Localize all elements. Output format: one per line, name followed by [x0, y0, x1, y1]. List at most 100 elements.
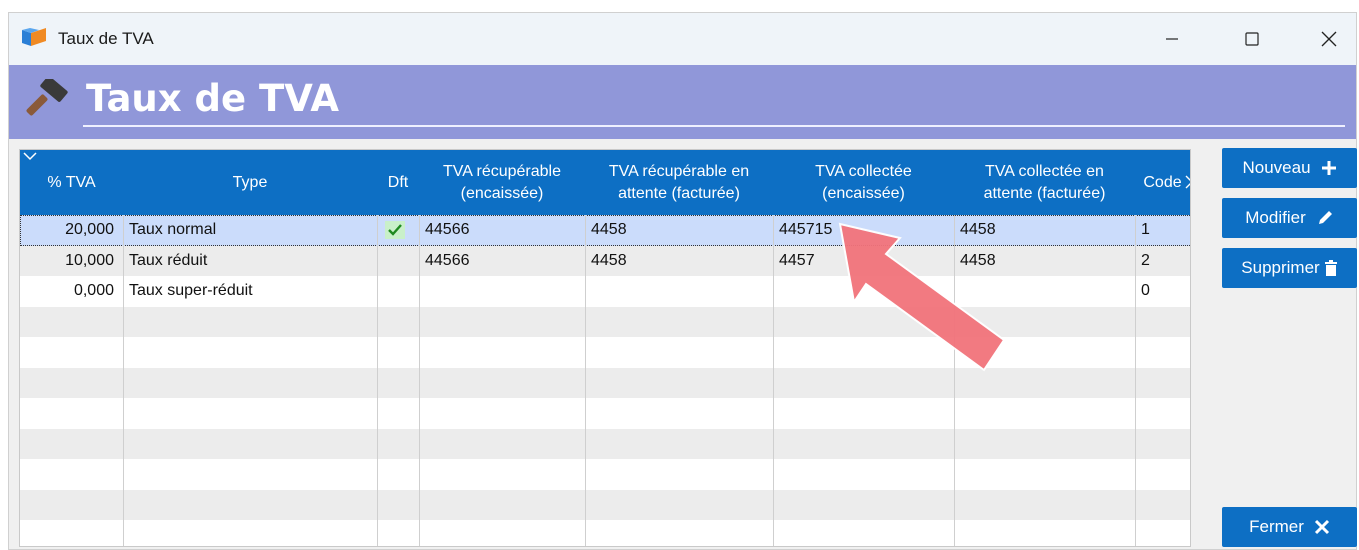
column-header-recov-pending[interactable]: TVA récupérable en attente (facturée)	[585, 150, 773, 215]
cell-recov-pending: 4458	[591, 251, 627, 269]
minimize-button[interactable]	[1149, 21, 1195, 57]
close-button[interactable]: Fermer	[1222, 507, 1357, 547]
cell-default	[377, 246, 419, 277]
cell-recov-cash	[419, 276, 585, 307]
cell-type: Taux super-réduit	[129, 282, 253, 300]
cell-rate	[20, 307, 123, 338]
cell-coll-cash	[773, 459, 954, 490]
cell-recov-cash	[419, 398, 585, 429]
new-button-label: Nouveau	[1242, 158, 1311, 177]
cell-default	[377, 459, 419, 490]
cell-coll-pending	[954, 490, 1135, 521]
cell-code: 0	[1141, 282, 1150, 300]
app-logo-icon	[22, 28, 46, 46]
grid-header: % TVA Type Dft TVA récupérable (encaissé…	[20, 150, 1191, 215]
cell-coll-pending	[954, 520, 1135, 546]
cell-type	[123, 429, 377, 460]
edit-button-label: Modifier	[1245, 208, 1306, 227]
cell-default	[377, 368, 419, 399]
annotation-arrow-icon	[838, 222, 1006, 372]
empty-row[interactable]	[20, 398, 1190, 429]
cell-coll-pending	[954, 398, 1135, 429]
cell-coll-cash	[773, 398, 954, 429]
new-button[interactable]: Nouveau	[1222, 148, 1357, 188]
empty-row[interactable]	[20, 459, 1190, 490]
column-header-recov-cash[interactable]: TVA récupérable (encaissée)	[419, 150, 585, 215]
cell-coll-pending	[954, 459, 1135, 490]
close-window-button[interactable]	[1306, 21, 1352, 57]
cell-recov-pending	[585, 490, 773, 521]
column-divider	[419, 215, 420, 546]
delete-button-label: Supprimer	[1241, 258, 1320, 277]
cell-recov-pending	[585, 398, 773, 429]
page-title: Taux de TVA	[86, 77, 339, 120]
empty-row[interactable]	[20, 428, 1190, 460]
cell-recov-cash	[419, 459, 585, 490]
cell-recov-pending	[585, 368, 773, 399]
cell-rate	[20, 490, 123, 521]
checkmark-icon[interactable]	[385, 221, 405, 240]
window-title: Taux de TVA	[58, 29, 154, 48]
pencil-icon	[1318, 211, 1332, 224]
cell-type	[123, 368, 377, 399]
cell-recov-pending: 4458	[591, 221, 627, 239]
cell-recov-pending	[585, 429, 773, 460]
close-icon	[1321, 31, 1337, 47]
plus-icon	[1321, 161, 1336, 175]
page-header: Taux de TVA	[9, 65, 1356, 139]
cell-recov-cash	[419, 490, 585, 521]
edit-button[interactable]: Modifier	[1222, 198, 1357, 238]
column-header-type[interactable]: Type	[123, 150, 377, 215]
cell-recov-cash	[419, 429, 585, 460]
column-divider	[377, 215, 378, 546]
cell-recov-cash	[419, 520, 585, 546]
cell-default	[377, 276, 419, 307]
cell-code	[1135, 398, 1190, 429]
cell-recov-cash: 44566	[425, 251, 470, 269]
column-header-coll-pending[interactable]: TVA collectée en attente (facturée)	[954, 150, 1135, 215]
cell-coll-cash	[773, 429, 954, 460]
maximize-icon	[1245, 32, 1259, 46]
cell-rate	[20, 429, 123, 460]
cell-default	[377, 398, 419, 429]
minimize-icon	[1166, 38, 1178, 40]
column-header-default[interactable]: Dft	[377, 150, 419, 215]
cell-type: Taux normal	[129, 221, 217, 239]
close-button-label: Fermer	[1249, 517, 1304, 536]
cell-rate	[20, 337, 123, 368]
cell-default	[377, 490, 419, 521]
maximize-button[interactable]	[1229, 21, 1275, 57]
chevron-right-icon[interactable]	[1184, 174, 1191, 190]
cell-rate: 20,000	[65, 221, 114, 239]
trash-icon	[1324, 260, 1337, 276]
cell-default	[377, 429, 419, 460]
delete-button[interactable]: Supprimer	[1222, 248, 1357, 288]
cell-rate	[20, 459, 123, 490]
empty-row[interactable]	[20, 489, 1190, 521]
cell-default	[377, 307, 419, 338]
cell-code: 2	[1141, 251, 1150, 269]
cell-code	[1135, 429, 1190, 460]
column-divider	[1135, 215, 1136, 546]
cell-recov-pending	[585, 337, 773, 368]
cell-type	[123, 307, 377, 338]
cell-recov-pending	[585, 276, 773, 307]
cell-code	[1135, 459, 1190, 490]
cell-recov-pending	[585, 459, 773, 490]
cell-recov-pending	[585, 307, 773, 338]
empty-row[interactable]	[20, 520, 1190, 546]
column-divider	[585, 215, 586, 546]
cell-default	[377, 215, 419, 246]
cell-type	[123, 459, 377, 490]
title-underline	[83, 125, 1345, 127]
cell-type: Taux réduit	[129, 251, 208, 269]
cell-rate: 10,000	[65, 251, 114, 269]
cell-code	[1135, 520, 1190, 546]
column-header-code[interactable]: Code	[1135, 150, 1190, 215]
column-header-rate[interactable]: % TVA	[20, 150, 123, 215]
cell-recov-cash	[419, 368, 585, 399]
hammer-icon	[26, 79, 68, 116]
cell-coll-cash	[773, 490, 954, 521]
column-header-coll-cash[interactable]: TVA collectée (encaissée)	[773, 150, 954, 215]
cell-coll-pending	[954, 429, 1135, 460]
